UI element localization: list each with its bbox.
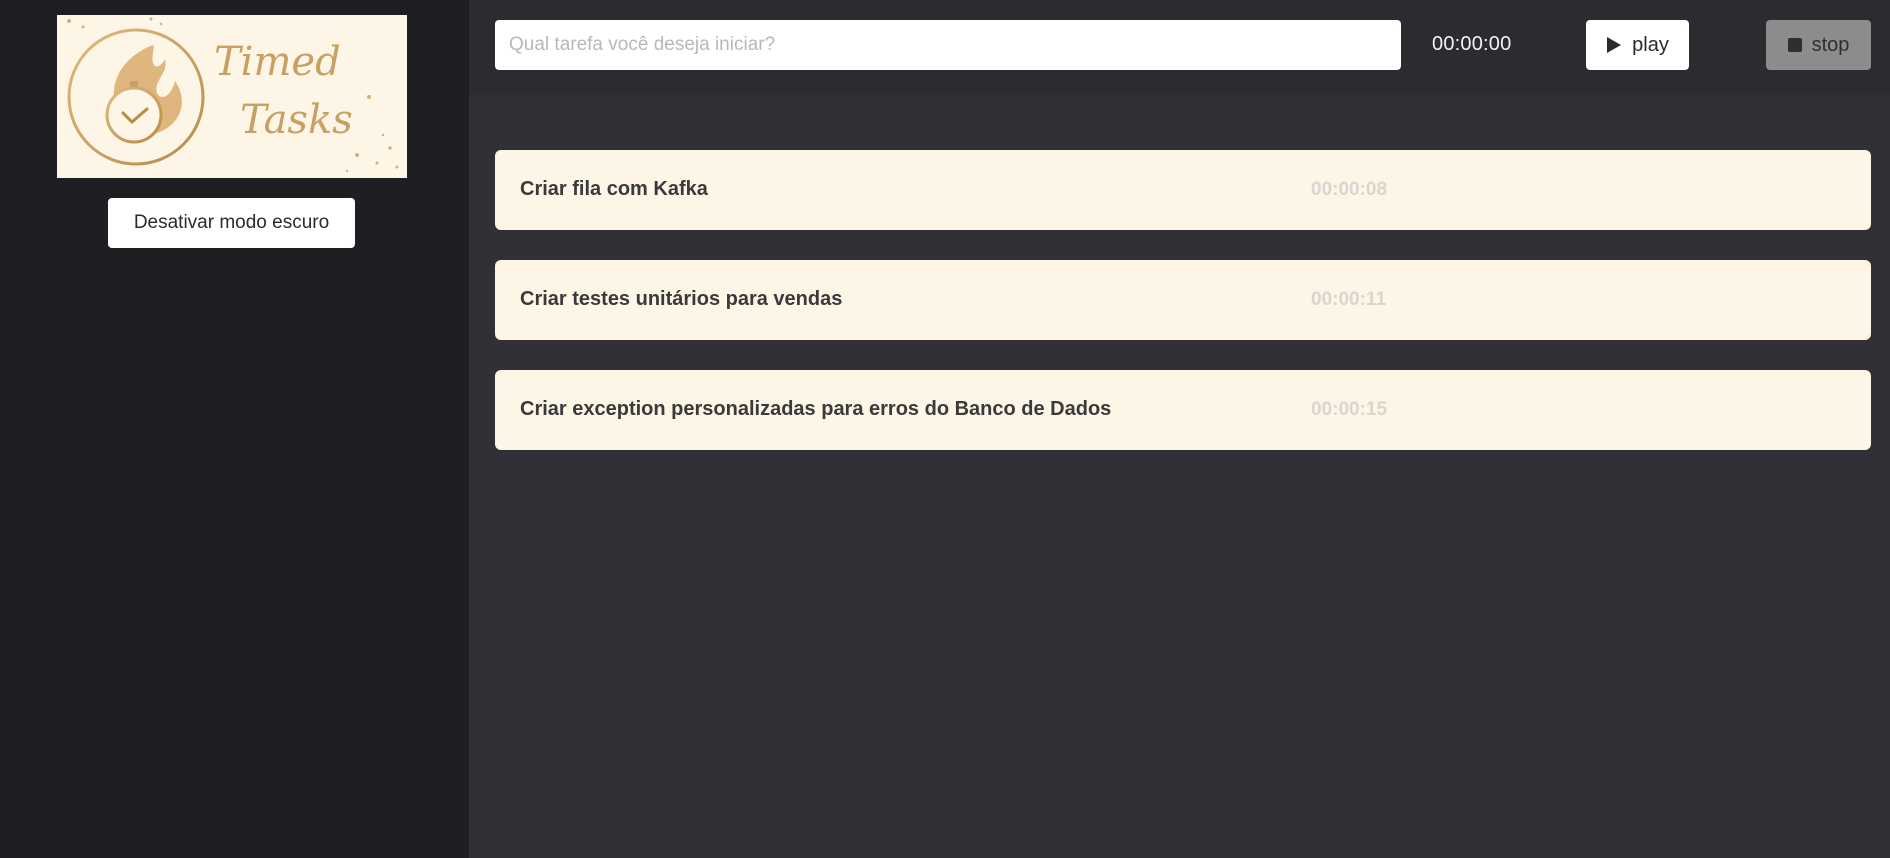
timer-display: 00:00:00: [1432, 33, 1512, 55]
task-name: Criar exception personalizadas para erro…: [520, 398, 1112, 420]
logo-wordmark-line1: Timed: [214, 39, 341, 85]
task-name: Criar fila com Kafka: [520, 178, 708, 200]
task-time: 00:00:08: [1311, 179, 1388, 200]
task-toolbar: 00:00:00 play stop: [469, 0, 1890, 95]
task-name: Criar testes unitários para vendas: [520, 288, 843, 310]
stop-icon: [1787, 38, 1802, 52]
main-area: 00:00:00 play stop Criar fila com Kafka …: [469, 0, 1890, 858]
play-icon: [1606, 36, 1622, 54]
task-time: 00:00:11: [1311, 289, 1387, 310]
stop-button-label: stop: [1811, 33, 1850, 56]
task-list-item[interactable]: Criar fila com Kafka 00:00:08: [495, 150, 1871, 230]
app-logo: Timed Tasks: [57, 15, 407, 178]
task-input[interactable]: [495, 20, 1401, 70]
logo-wordmark-line2: Tasks: [240, 97, 353, 143]
sidebar: Timed Tasks Desativar modo escuro: [0, 0, 469, 858]
stop-button[interactable]: stop: [1766, 20, 1871, 70]
play-button-label: play: [1632, 33, 1669, 56]
task-list: Criar fila com Kafka 00:00:08 Criar test…: [495, 150, 1871, 480]
dark-mode-toggle-button[interactable]: Desativar modo escuro: [108, 198, 355, 248]
task-list-item[interactable]: Criar testes unitários para vendas 00:00…: [495, 260, 1871, 340]
task-time: 00:00:15: [1311, 399, 1388, 420]
play-button[interactable]: play: [1586, 20, 1689, 70]
task-list-item[interactable]: Criar exception personalizadas para erro…: [495, 370, 1871, 450]
clock-flame-logo-icon: Timed Tasks: [67, 17, 399, 173]
